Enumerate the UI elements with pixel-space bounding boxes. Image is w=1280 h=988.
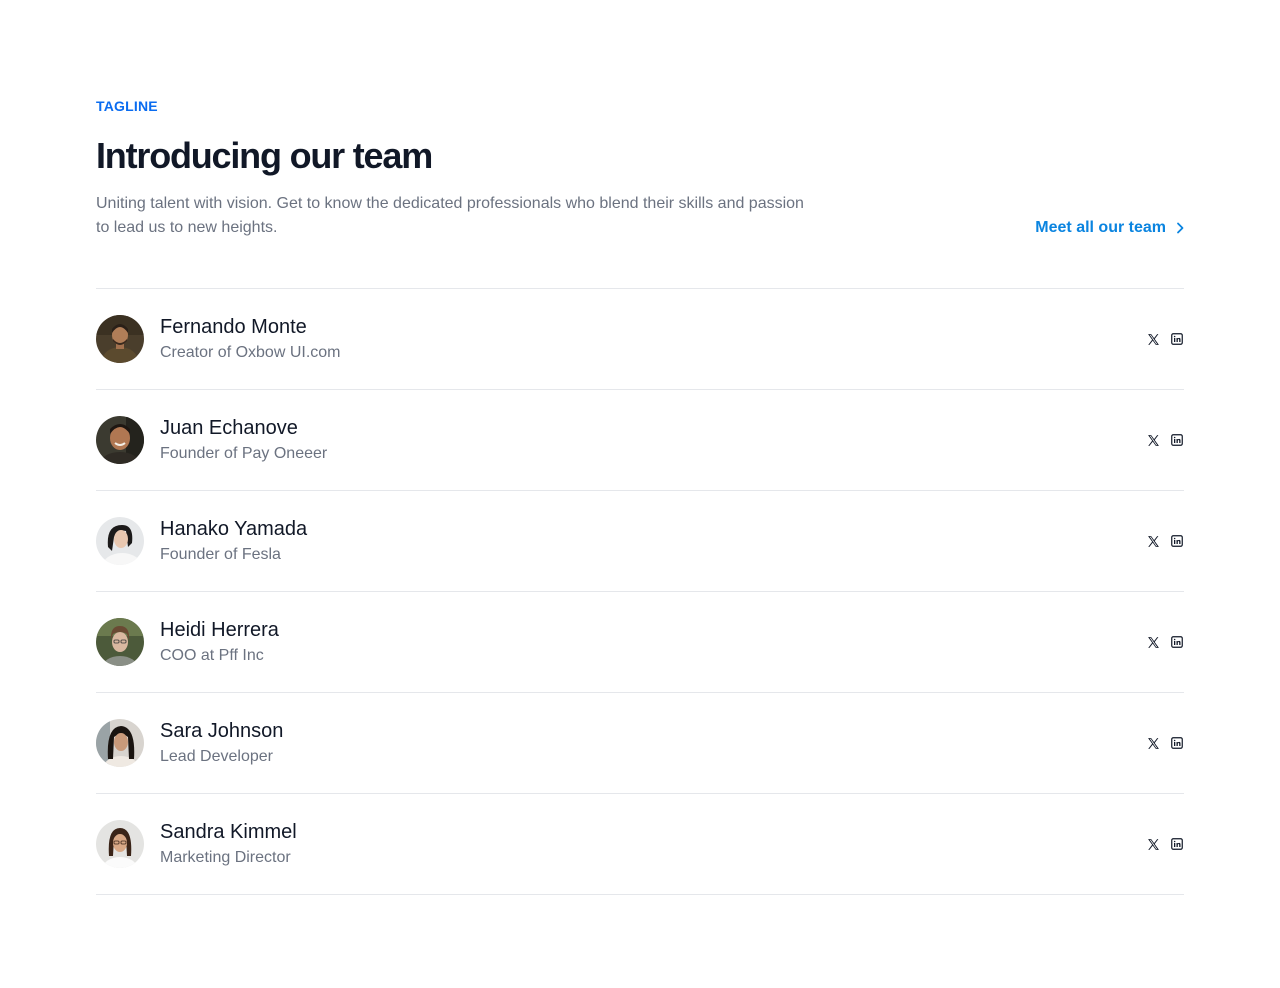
team-member-row: Fernando Monte Creator of Oxbow UI.com bbox=[96, 289, 1184, 390]
avatar bbox=[96, 618, 144, 666]
member-info: Sara Johnson Lead Developer bbox=[160, 718, 283, 768]
team-list: Fernando Monte Creator of Oxbow UI.com J… bbox=[96, 288, 1184, 895]
avatar bbox=[96, 719, 144, 767]
team-member-row: Sara Johnson Lead Developer bbox=[96, 693, 1184, 794]
member-identity: Sara Johnson Lead Developer bbox=[96, 718, 283, 768]
member-info: Fernando Monte Creator of Oxbow UI.com bbox=[160, 314, 341, 364]
member-info: Hanako Yamada Founder of Fesla bbox=[160, 516, 307, 566]
meet-all-team-link[interactable]: Meet all our team bbox=[1035, 216, 1184, 240]
linkedin-icon[interactable] bbox=[1170, 332, 1184, 346]
social-links bbox=[1146, 332, 1184, 346]
member-name: Fernando Monte bbox=[160, 316, 307, 338]
member-name: Sara Johnson bbox=[160, 720, 284, 742]
team-section: TAGLINE Introducing our team Uniting tal… bbox=[96, 96, 1184, 895]
team-member-row: Sandra Kimmel Marketing Director bbox=[96, 794, 1184, 895]
member-identity: Hanako Yamada Founder of Fesla bbox=[96, 516, 307, 566]
member-name: Hanako Yamada bbox=[160, 518, 308, 540]
linkedin-icon[interactable] bbox=[1170, 635, 1184, 649]
x-icon[interactable] bbox=[1146, 837, 1160, 851]
linkedin-icon[interactable] bbox=[1170, 837, 1184, 851]
social-links bbox=[1146, 837, 1184, 851]
chevron-right-icon bbox=[1176, 222, 1184, 234]
social-links bbox=[1146, 635, 1184, 649]
intro-description: Uniting talent with vision. Get to know … bbox=[96, 195, 804, 236]
member-role: COO at Pff Inc bbox=[160, 647, 264, 664]
x-icon[interactable] bbox=[1146, 534, 1160, 548]
member-identity: Juan Echanove Founder of Pay Oneeer bbox=[96, 415, 327, 465]
member-name: Heidi Herrera bbox=[160, 619, 279, 641]
member-info: Sandra Kimmel Marketing Director bbox=[160, 819, 297, 869]
meet-all-team-label: Meet all our team bbox=[1035, 219, 1166, 236]
x-icon[interactable] bbox=[1146, 635, 1160, 649]
tagline: TAGLINE bbox=[96, 98, 158, 114]
avatar bbox=[96, 416, 144, 464]
member-identity: Sandra Kimmel Marketing Director bbox=[96, 819, 297, 869]
linkedin-icon[interactable] bbox=[1170, 736, 1184, 750]
linkedin-icon[interactable] bbox=[1170, 433, 1184, 447]
member-role: Marketing Director bbox=[160, 849, 291, 866]
social-links bbox=[1146, 534, 1184, 548]
social-links bbox=[1146, 736, 1184, 750]
member-role: Lead Developer bbox=[160, 748, 273, 765]
linkedin-icon[interactable] bbox=[1170, 534, 1184, 548]
member-role: Creator of Oxbow UI.com bbox=[160, 344, 341, 361]
intro-row: Uniting talent with vision. Get to know … bbox=[96, 192, 1184, 240]
member-role: Founder of Fesla bbox=[160, 546, 281, 563]
x-icon[interactable] bbox=[1146, 736, 1160, 750]
social-links bbox=[1146, 433, 1184, 447]
member-name: Sandra Kimmel bbox=[160, 821, 297, 843]
member-role: Founder of Pay Oneeer bbox=[160, 445, 328, 462]
member-name: Juan Echanove bbox=[160, 417, 298, 439]
x-icon[interactable] bbox=[1146, 332, 1160, 346]
avatar bbox=[96, 517, 144, 565]
avatar bbox=[96, 820, 144, 868]
team-member-row: Juan Echanove Founder of Pay Oneeer bbox=[96, 390, 1184, 491]
page-title: Introducing our team bbox=[96, 135, 433, 176]
x-icon[interactable] bbox=[1146, 433, 1160, 447]
member-info: Juan Echanove Founder of Pay Oneeer bbox=[160, 415, 327, 465]
team-member-row: Heidi Herrera COO at Pff Inc bbox=[96, 592, 1184, 693]
member-identity: Fernando Monte Creator of Oxbow UI.com bbox=[96, 314, 341, 364]
member-identity: Heidi Herrera COO at Pff Inc bbox=[96, 617, 279, 667]
team-member-row: Hanako Yamada Founder of Fesla bbox=[96, 491, 1184, 592]
avatar bbox=[96, 315, 144, 363]
member-info: Heidi Herrera COO at Pff Inc bbox=[160, 617, 279, 667]
